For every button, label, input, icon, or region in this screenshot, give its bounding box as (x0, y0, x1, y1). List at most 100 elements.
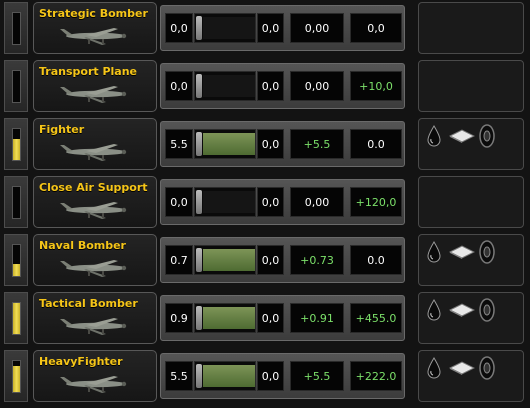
unit-row[interactable]: Strategic Bomber 0,0 0,0 0,00 0,0 (0, 0, 530, 56)
stats-bar: 0,0 0,0 0,00 +120,0 (160, 179, 405, 225)
aircraft-icon (60, 318, 127, 335)
aircraft-icon (60, 202, 127, 219)
stockpile-value: 0.0 (350, 129, 402, 159)
rate-value: 0,00 (290, 187, 344, 217)
production-level-indicator (4, 350, 28, 402)
unit-row[interactable]: Tactical Bomber 0.9 0,0 +0.91 +455.0 (0, 290, 530, 346)
slider-track (203, 17, 255, 39)
production-level-indicator (4, 118, 28, 170)
unit-row[interactable]: Naval Bomber 0.7 0,0 +0.73 0.0 (0, 232, 530, 288)
unit-panel[interactable]: Naval Bomber (33, 234, 157, 286)
slider-track (203, 133, 255, 155)
equipment-panel[interactable] (418, 350, 524, 402)
rate-value: +0.73 (290, 245, 344, 275)
unit-name: Naval Bomber (39, 239, 126, 252)
unit-name: Transport Plane (39, 65, 138, 78)
equipment-panel[interactable] (418, 292, 524, 344)
tire-icon (479, 356, 495, 380)
tire-icon (479, 240, 495, 264)
level-well (12, 360, 21, 393)
allocation-slider[interactable] (194, 13, 256, 43)
unit-name: Strategic Bomber (39, 7, 148, 20)
slider-handle[interactable] (196, 364, 202, 388)
stockpile-value: 0.0 (350, 245, 402, 275)
supply-plate-icon (449, 245, 475, 259)
slider-handle[interactable] (196, 190, 202, 214)
unit-panel[interactable]: Close Air Support (33, 176, 157, 228)
supply-plate-icon (449, 129, 475, 143)
allocation-slider[interactable] (194, 245, 256, 275)
unit-row[interactable]: HeavyFighter 5.5 0,0 +5.5 +222.0 (0, 348, 530, 404)
unit-panel[interactable]: Transport Plane (33, 60, 157, 112)
production-level-indicator (4, 292, 28, 344)
stats-bar: 0,0 0,0 0,00 0,0 (160, 5, 405, 51)
slider-track (203, 365, 255, 387)
deficit-value: 0,0 (257, 13, 284, 43)
slider-fill (203, 307, 255, 329)
level-fill (13, 365, 20, 392)
assigned-value: 0.7 (165, 245, 193, 275)
equipment-panel[interactable] (418, 2, 524, 54)
unit-panel[interactable]: HeavyFighter (33, 350, 157, 402)
allocation-slider[interactable] (194, 71, 256, 101)
unit-name: Close Air Support (39, 181, 148, 194)
slider-fill (203, 365, 255, 387)
assigned-value: 5.5 (165, 129, 193, 159)
equipment-panel[interactable] (418, 176, 524, 228)
level-well (12, 302, 21, 335)
tire-icon (479, 298, 495, 322)
slider-handle[interactable] (196, 132, 202, 156)
aircraft-icon (60, 376, 127, 393)
slider-handle[interactable] (196, 248, 202, 272)
unit-panel[interactable]: Strategic Bomber (33, 2, 157, 54)
rate-value: 0,00 (290, 13, 344, 43)
assigned-value: 0,0 (165, 13, 193, 43)
unit-row[interactable]: Transport Plane 0,0 0,0 0,00 +10,0 (0, 58, 530, 114)
oil-drop-icon (427, 241, 441, 263)
allocation-slider[interactable] (194, 303, 256, 333)
unit-name: Tactical Bomber (39, 297, 138, 310)
stockpile-value: +222.0 (350, 361, 402, 391)
unit-name: Fighter (39, 123, 85, 136)
equipment-panel[interactable] (418, 234, 524, 286)
level-well (12, 244, 21, 277)
slider-fill (203, 133, 255, 155)
stockpile-value: +10,0 (350, 71, 402, 101)
allocation-slider[interactable] (194, 129, 256, 159)
assigned-value: 0,0 (165, 71, 193, 101)
unit-row[interactable]: Close Air Support 0,0 0,0 0,00 +120,0 (0, 174, 530, 230)
equipment-panel[interactable] (418, 60, 524, 112)
unit-panel[interactable]: Tactical Bomber (33, 292, 157, 344)
production-level-indicator (4, 234, 28, 286)
slider-handle[interactable] (196, 16, 202, 40)
level-well (12, 12, 21, 45)
slider-track (203, 191, 255, 213)
equipment-panel[interactable] (418, 118, 524, 170)
slider-handle[interactable] (196, 306, 202, 330)
oil-drop-icon (427, 125, 441, 147)
level-fill (13, 263, 20, 276)
allocation-slider[interactable] (194, 361, 256, 391)
stats-bar: 0,0 0,0 0,00 +10,0 (160, 63, 405, 109)
assigned-value: 5.5 (165, 361, 193, 391)
aircraft-icon (60, 28, 127, 45)
stockpile-value: 0,0 (350, 13, 402, 43)
deficit-value: 0,0 (257, 361, 284, 391)
unit-row[interactable]: Fighter 5.5 0,0 +5.5 0.0 (0, 116, 530, 172)
aircraft-icon (60, 260, 127, 277)
allocation-slider[interactable] (194, 187, 256, 217)
rate-value: +5.5 (290, 129, 344, 159)
slider-track (203, 249, 255, 271)
level-well (12, 128, 21, 161)
production-level-indicator (4, 60, 28, 112)
aircraft-icon (60, 144, 127, 161)
assigned-value: 0.9 (165, 303, 193, 333)
unit-panel[interactable]: Fighter (33, 118, 157, 170)
stockpile-value: +120,0 (350, 187, 402, 217)
stats-bar: 0.9 0,0 +0.91 +455.0 (160, 295, 405, 341)
supply-plate-icon (449, 303, 475, 317)
tire-icon (479, 124, 495, 148)
deficit-value: 0,0 (257, 187, 284, 217)
deficit-value: 0,0 (257, 129, 284, 159)
slider-handle[interactable] (196, 74, 202, 98)
